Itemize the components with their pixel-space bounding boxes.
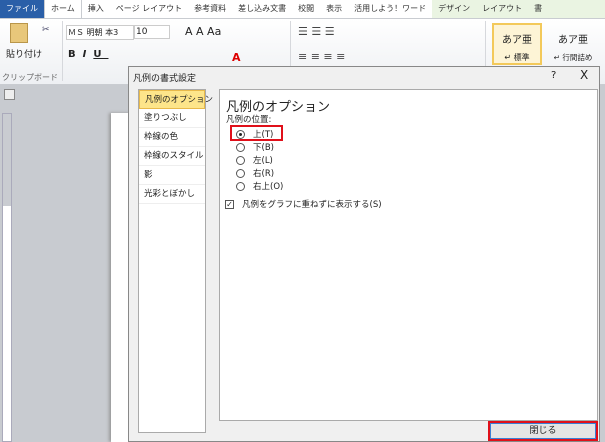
style-no-spacing-label: ↵ 行間詰め [553, 53, 593, 62]
tab-mailings[interactable]: 差し込み文書 [232, 0, 292, 18]
no-overlap-checkbox[interactable]: ✓ 凡例をグラフに重ねずに表示する(S) [225, 198, 382, 210]
radio-bottom-label: 下(B) [253, 143, 274, 153]
tab-view[interactable]: 表示 [320, 0, 348, 18]
category-list: 凡例のオプション 塗りつぶし 枠線の色 枠線のスタイル 影 光彩とぼかし [138, 89, 213, 433]
tab-references[interactable]: 参考資料 [188, 0, 232, 18]
radio-bottom[interactable]: 下(B) [236, 141, 274, 153]
style-normal-label: ↵ 標準 [504, 53, 530, 62]
radio-top-label: 上(T) [253, 130, 274, 140]
format-legend-dialog: 凡例の書式設定 ? X 凡例のオプション 塗りつぶし 枠線の色 枠線のスタイル … [128, 66, 600, 442]
nav-border-color[interactable]: 枠線の色 [139, 128, 205, 147]
tab-layout[interactable]: レイアウト [476, 0, 529, 18]
tab-review[interactable]: 校閲 [292, 0, 320, 18]
help-button[interactable]: ? [551, 70, 556, 81]
nav-border-style[interactable]: 枠線のスタイル [139, 147, 205, 166]
tab-page-layout[interactable]: ページ レイアウト [110, 0, 188, 18]
radio-icon [236, 142, 245, 152]
checkmark-icon: ✓ [225, 199, 234, 209]
style-no-spacing[interactable]: あア亜 ↵ 行間詰め [548, 23, 598, 65]
radio-icon [236, 181, 245, 191]
font-size-select[interactable]: 10 [134, 25, 170, 39]
ribbon-tabs: ファイル ホーム 挿入 ページ レイアウト 参考資料 差し込み文書 校閲 表示 … [0, 0, 605, 19]
tab-design[interactable]: デザイン [432, 0, 477, 18]
font-format-buttons[interactable]: BIU [68, 49, 108, 60]
align-icons[interactable]: ≡ ≡ ≡ ≡ [298, 50, 345, 63]
radio-icon [236, 155, 245, 165]
style-normal[interactable]: あア亜 ↵ 標準 [492, 23, 542, 65]
paste-button[interactable]: 貼り付け [6, 47, 42, 60]
nav-shadow[interactable]: 影 [139, 166, 205, 185]
tab-word-tips[interactable]: 活用しよう！ワード [348, 0, 432, 18]
radio-top[interactable]: 上(T) [236, 128, 273, 140]
list-icons[interactable]: ☰ ☰ ☰ [298, 25, 335, 38]
dialog-title: 凡例の書式設定 [133, 74, 197, 84]
tab-home[interactable]: ホーム [44, 0, 82, 18]
close-button[interactable]: 閉じる [488, 421, 598, 441]
clipboard-group-label: クリップボード [2, 73, 58, 82]
radio-top-right-label: 右上(O) [253, 182, 284, 192]
legend-position-label: 凡例の位置: [226, 115, 272, 125]
radio-left[interactable]: 左(L) [236, 154, 273, 166]
radio-top-right[interactable]: 右上(O) [236, 180, 283, 192]
close-icon[interactable]: X [580, 68, 588, 82]
style-normal-preview: あア亜 [502, 35, 532, 46]
no-overlap-label: 凡例をグラフに重ねずに表示する(S) [242, 200, 382, 210]
radio-right[interactable]: 右(R) [236, 167, 274, 179]
grow-font-icon[interactable]: A A Aa [185, 25, 221, 38]
tab-file[interactable]: ファイル [0, 0, 44, 18]
vertical-ruler[interactable] [2, 113, 12, 442]
tab-format[interactable]: 書 [528, 0, 605, 18]
radio-selected-icon [236, 129, 245, 139]
tab-insert[interactable]: 挿入 [82, 0, 110, 18]
style-no-spacing-preview: あア亜 [558, 35, 588, 46]
radio-left-label: 左(L) [253, 156, 273, 166]
paste-icon[interactable] [10, 23, 28, 43]
cut-icon[interactable]: ✂ [42, 25, 50, 35]
options-panel: 凡例のオプション 凡例の位置: 上(T) 下(B) 左(L) 右(R) 右上(O… [219, 89, 598, 421]
radio-right-label: 右(R) [253, 169, 275, 179]
nav-fill[interactable]: 塗りつぶし [139, 109, 205, 128]
tab-selector-icon[interactable] [4, 89, 15, 100]
nav-legend-options[interactable]: 凡例のオプション [139, 90, 213, 109]
font-color-icon[interactable]: A [232, 51, 241, 64]
nav-glow-soft-edges[interactable]: 光彩とぼかし [139, 185, 205, 204]
font-name-select[interactable]: ＭＳ 明朝 本3 [66, 25, 134, 40]
radio-icon [236, 168, 245, 178]
